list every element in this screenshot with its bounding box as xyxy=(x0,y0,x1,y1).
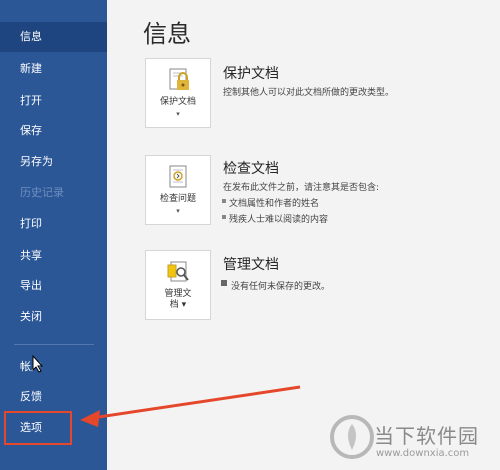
watermark-name: 当下软件园 xyxy=(374,424,479,448)
annotation-arrow-icon xyxy=(80,385,301,427)
mouse-cursor-icon xyxy=(32,355,44,373)
watermark-url: www.downxia.com xyxy=(376,448,470,459)
watermark: 当下软件园 www.downxia.com xyxy=(330,412,500,470)
downxia-logo-icon xyxy=(330,415,374,459)
